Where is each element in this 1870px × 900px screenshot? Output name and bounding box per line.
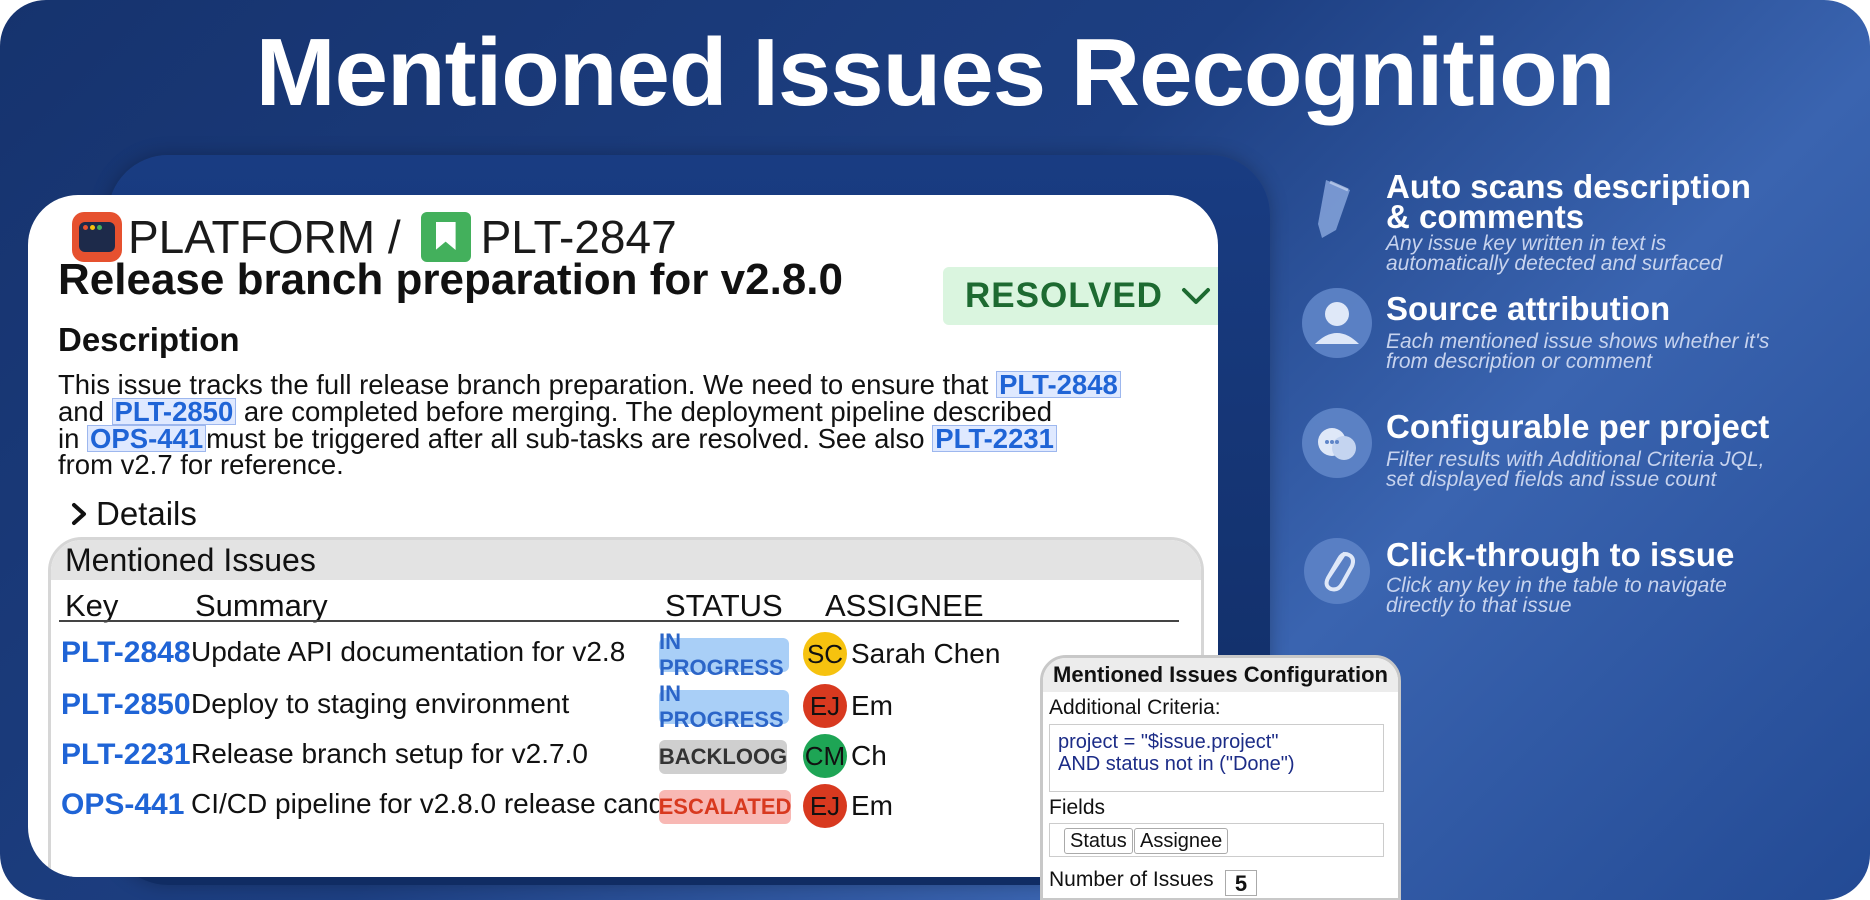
fields-input[interactable]: Status Assignee	[1049, 823, 1384, 857]
feature-description: Filter results with Additional Criteria …	[1386, 448, 1765, 471]
feature-title: Click-through to issue	[1386, 536, 1735, 573]
feature-description: Each mentioned issue shows whether it's	[1386, 330, 1770, 353]
status-badge: IN PROGRESS	[659, 629, 789, 680]
issue-key-link[interactable]: PLT-2848	[61, 636, 191, 670]
description-text: from v2.7 for reference.	[58, 449, 344, 480]
criteria-label: Additional Criteria:	[1049, 696, 1221, 719]
feature-description: directly to that issue	[1386, 594, 1572, 617]
feature-description: set displayed fields and issue count	[1386, 468, 1717, 491]
mentioned-issues-panel: Mentioned Issues Key Summary STATUS ASSI…	[48, 537, 1204, 877]
feature-description: from description or comment	[1386, 350, 1653, 373]
table-row[interactable]: PLT-2848 Update API documentation for v2.…	[51, 628, 1201, 680]
user-icon	[1302, 288, 1372, 358]
feature-description: Any issue key written in text is	[1386, 232, 1667, 255]
issue-key-link[interactable]: PLT-2850	[61, 688, 191, 722]
header-divider	[59, 620, 1179, 622]
avatar: CM	[803, 734, 847, 778]
assignee-name: Sarah Chen	[851, 638, 1001, 669]
issue-title: Release branch preparation for v2.8.0	[58, 255, 843, 304]
field-chip-assignee[interactable]: Assignee	[1134, 828, 1229, 854]
issue-summary: Update API documentation for v2.8	[191, 636, 626, 667]
issue-count-input[interactable]: 5	[1225, 870, 1257, 896]
status-label: RESOLVED	[965, 276, 1163, 315]
description-body: This issue tracks the full release branc…	[58, 371, 1208, 480]
column-header-key: Key	[65, 588, 119, 623]
chevron-down-icon	[1181, 288, 1210, 304]
column-header-assignee: ASSIGNEE	[825, 588, 984, 623]
pencil-icon	[1318, 180, 1350, 238]
status-badge: ESCALATED	[659, 790, 791, 824]
table-row[interactable]: PLT-2231 Release branch setup for v2.7.0 B…	[51, 730, 1201, 780]
status-dropdown[interactable]: RESOLVED	[943, 267, 1218, 325]
issue-key-link[interactable]: PLT-2848	[996, 371, 1121, 398]
issue-key-link[interactable]: PLT-2231	[932, 425, 1057, 452]
avatar: SC	[803, 632, 847, 676]
feature-title: & comments	[1386, 198, 1585, 235]
issue-summary: Deploy to staging environment	[191, 688, 570, 719]
jql-line: project = "$issue.project"	[1058, 731, 1279, 753]
assignee-name: Ch	[851, 740, 887, 771]
issue-key-link[interactable]: OPS-441	[87, 425, 207, 452]
description-heading: Description	[58, 321, 240, 358]
feature-title: Configurable per project	[1386, 408, 1770, 445]
issue-key-link[interactable]: PLT-2850	[111, 398, 237, 425]
assignee-name: Em	[851, 690, 893, 721]
status-badge: BACKLOOG	[659, 740, 787, 774]
paperclip-icon	[1304, 538, 1370, 604]
issue-summary: CI/CD pipeline for v2.8.0 release candid…	[191, 788, 725, 819]
issue-key-link[interactable]: OPS-441	[61, 788, 184, 822]
avatar: EJ	[803, 684, 847, 728]
issue-key-link[interactable]: PLT-2231	[61, 738, 191, 772]
feature-title: Source attribution	[1386, 290, 1671, 327]
background: Mentioned Issues Recognition PLATFORM / …	[0, 0, 1870, 900]
issue-summary: Release branch setup for v2.7.0	[191, 738, 588, 769]
jql-input[interactable]: project = "$issue.project" AND status no…	[1049, 724, 1384, 792]
avatar: EJ	[803, 784, 847, 828]
details-label: Details	[96, 495, 197, 532]
chat-icon	[1302, 408, 1372, 478]
jql-line: AND status not in ("Done")	[1058, 753, 1295, 775]
chevron-right-icon	[72, 503, 86, 525]
feature-description: automatically detected and surfaced	[1386, 252, 1723, 275]
headline: Mentioned Issues Recognition	[255, 19, 1616, 126]
column-header-status: STATUS	[665, 588, 783, 623]
status-badge: IN PROGRESS	[659, 681, 789, 732]
count-label: Number of Issues	[1049, 868, 1214, 891]
details-toggle[interactable]: Details	[70, 495, 197, 533]
feature-description: Click any key in the table to navigate	[1386, 574, 1727, 597]
field-chip-status[interactable]: Status	[1064, 828, 1133, 854]
fields-label: Fields	[1049, 796, 1106, 819]
assignee-name: Em	[851, 790, 893, 821]
table-row[interactable]: PLT-2850 Deploy to staging environment IN …	[51, 680, 1201, 732]
mentioned-issues-title: Mentioned Issues	[51, 540, 1201, 580]
table-row[interactable]: OPS-441 CI/CD pipeline for v2.8.0 release…	[51, 780, 1201, 830]
configuration-title: Mentioned Issues Configuration	[1043, 658, 1398, 692]
configuration-popup: Mentioned Issues Configuration Additiona…	[1040, 655, 1401, 900]
column-header-summary: Summary	[195, 588, 328, 623]
